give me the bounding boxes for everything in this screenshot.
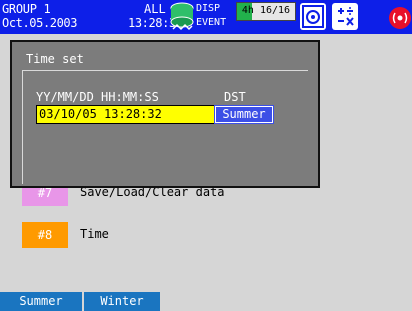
group-name[interactable]: GROUP 1 bbox=[2, 3, 51, 15]
scope-label: ALL bbox=[144, 2, 166, 16]
dst-header: DST bbox=[224, 90, 246, 104]
memory-icon[interactable] bbox=[300, 3, 326, 30]
event-label: EVENT bbox=[196, 17, 227, 28]
menu-item-label: Time bbox=[80, 227, 109, 241]
time-set-dialog: Time set YY/MM/DD HH:MM:SS DST 03/10/05 … bbox=[10, 40, 320, 188]
dialog-title: Time set bbox=[26, 52, 84, 66]
calc-icon[interactable] bbox=[332, 3, 358, 30]
datetime-field[interactable]: 03/10/05 13:28:32 bbox=[36, 105, 218, 124]
date-display: Oct.05.2003 bbox=[2, 16, 78, 30]
summer-softkey[interactable]: Summer bbox=[0, 292, 84, 311]
alarm-icon bbox=[388, 6, 412, 30]
status-bar: GROUP 1 Oct.05.2003 ALL 13:28:36 DISP EV… bbox=[0, 0, 412, 34]
disp-label: DISP bbox=[196, 3, 221, 14]
datetime-header: YY/MM/DD HH:MM:SS bbox=[36, 90, 159, 104]
dialog-inner-panel bbox=[22, 70, 308, 184]
memory-rate-indicator: 4h 16/16 bbox=[236, 2, 296, 21]
drum-icon bbox=[170, 2, 194, 32]
dst-field[interactable]: Summer bbox=[214, 105, 274, 124]
menu-item-number: #8 bbox=[22, 222, 68, 248]
winter-softkey[interactable]: Winter bbox=[84, 292, 162, 311]
rate-text: 4h 16/16 bbox=[241, 5, 291, 16]
